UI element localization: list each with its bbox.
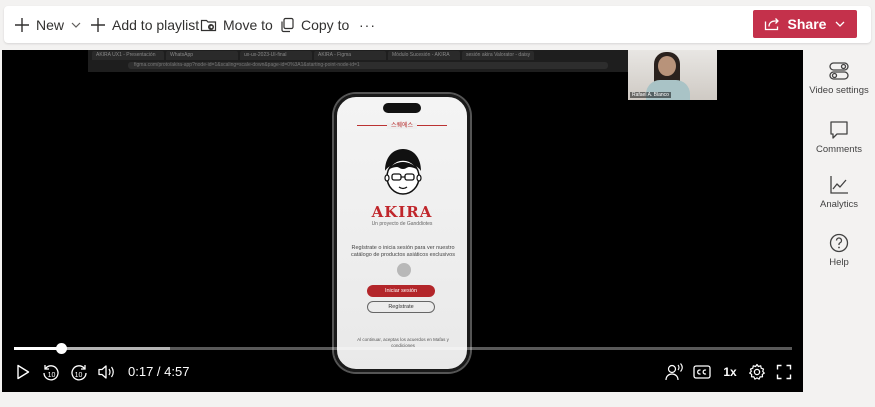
cc-icon (693, 365, 711, 379)
share-icon (764, 18, 779, 31)
add-to-playlist-label: Add to playlist (112, 16, 200, 33)
phone-notch (383, 103, 421, 113)
speaker-icon (98, 365, 114, 379)
copy-to-label: Copy to (301, 16, 350, 33)
skip-forward-10-icon: 10 (71, 365, 87, 381)
fullscreen-icon (776, 364, 792, 380)
recorded-browser-tab: WhatsApp (166, 51, 238, 60)
copy-to-button[interactable]: Copy to (279, 6, 349, 43)
copy-icon (281, 17, 294, 32)
skip-back-label: 10 (48, 372, 56, 379)
right-rail: Video settings Comments Analytics Help (806, 50, 875, 392)
mascot-face-icon (384, 149, 422, 195)
video-settings-label: Video settings (809, 85, 869, 96)
comments-button[interactable]: Comments (806, 119, 872, 155)
folder-move-icon (200, 19, 217, 31)
app-login-button: Iniciar sesión (367, 285, 435, 297)
plus-icon (15, 17, 29, 32)
time-display: 0:17 / 4:57 (128, 364, 190, 379)
add-to-playlist-button[interactable]: Add to playlist (90, 6, 199, 43)
comment-icon (830, 121, 848, 139)
playback-speed-button[interactable]: 1x (718, 360, 742, 384)
share-label: Share (787, 16, 827, 32)
gear-icon (749, 363, 765, 380)
share-button[interactable]: Share (753, 10, 857, 38)
fullscreen-button[interactable] (773, 360, 795, 384)
webcam-caption: Rafael A. Blanco (630, 92, 671, 98)
help-icon (829, 233, 849, 253)
captions-language-button[interactable] (662, 360, 686, 384)
recorded-browser-tab: sesión akira Valorator - daisy (462, 51, 534, 60)
video-player[interactable]: AKIRA UX1 - Presentación WhatsApp ux-ux-20… (2, 50, 803, 392)
move-to-label: Move to (223, 16, 273, 33)
speaker-person-icon (665, 363, 683, 381)
closed-captions-button[interactable] (690, 360, 714, 384)
skip-back-10-icon: 10 (43, 365, 59, 381)
toggle-settings-icon (829, 62, 849, 80)
new-label: New (36, 16, 65, 33)
chevron-down-icon (71, 22, 81, 28)
analytics-button[interactable]: Analytics (806, 174, 872, 210)
app-tagline: Un proyecto de Ganddiotes (371, 221, 433, 227)
help-label: Help (829, 257, 849, 268)
recorded-browser-tab: AKIRA - Figma (314, 51, 386, 60)
new-button[interactable]: New (14, 6, 82, 43)
settings-button[interactable] (745, 360, 769, 384)
help-button[interactable]: Help (806, 232, 872, 268)
move-to-button[interactable]: Move to (200, 6, 273, 43)
command-bar: New Add to playlist Move to Copy to ··· … (4, 6, 871, 43)
more-options-button[interactable]: ··· (359, 6, 376, 43)
app-register-button: Regístrate (367, 301, 435, 313)
seek-handle[interactable] (55, 343, 67, 354)
recorded-browser-tab: AKIRA UX1 - Presentación (92, 51, 164, 60)
app-description: Regístrate o inicia sesión para ver nues… (351, 245, 455, 258)
skip-forward-button[interactable]: 10 (68, 360, 90, 384)
plus-icon (91, 17, 105, 32)
skip-back-button[interactable]: 10 (40, 360, 62, 384)
recorded-browser-url: figma.com/proto/akira-app?node-id=1&scal… (128, 62, 608, 69)
chevron-down-icon (835, 21, 845, 27)
comments-label: Comments (816, 144, 862, 155)
more-label: ··· (359, 16, 376, 33)
recorded-browser-bar: AKIRA UX1 - Presentación WhatsApp ux-ux-20… (88, 50, 628, 72)
recorded-cursor (397, 263, 411, 277)
app-korean-header: 스퀘에스 (386, 123, 418, 129)
volume-button[interactable] (95, 360, 117, 384)
webcam-overlay: Rafael A. Blanco (628, 50, 717, 100)
seek-bar[interactable] (14, 343, 792, 354)
phone-mockup: 스퀘에스 AKIRA Un proyecto de Ganddiotes Reg… (334, 94, 470, 372)
played-bar (14, 347, 61, 350)
recorded-browser-tab: ux-ux-2023-UI-final (240, 51, 312, 60)
analytics-chart-icon (830, 176, 848, 194)
play-button[interactable] (12, 360, 34, 384)
app-brand-logo: AKIRA (371, 203, 433, 221)
recorded-browser-tabs: AKIRA UX1 - Presentación WhatsApp ux-ux-20… (88, 50, 628, 60)
skip-forward-label: 10 (75, 372, 83, 379)
play-icon (17, 364, 30, 380)
video-settings-button[interactable]: Video settings (806, 60, 872, 96)
analytics-label: Analytics (819, 199, 858, 210)
recorded-browser-tab: Módulo Sucesión - AKIRA (388, 51, 460, 60)
speed-label: 1x (723, 365, 737, 379)
